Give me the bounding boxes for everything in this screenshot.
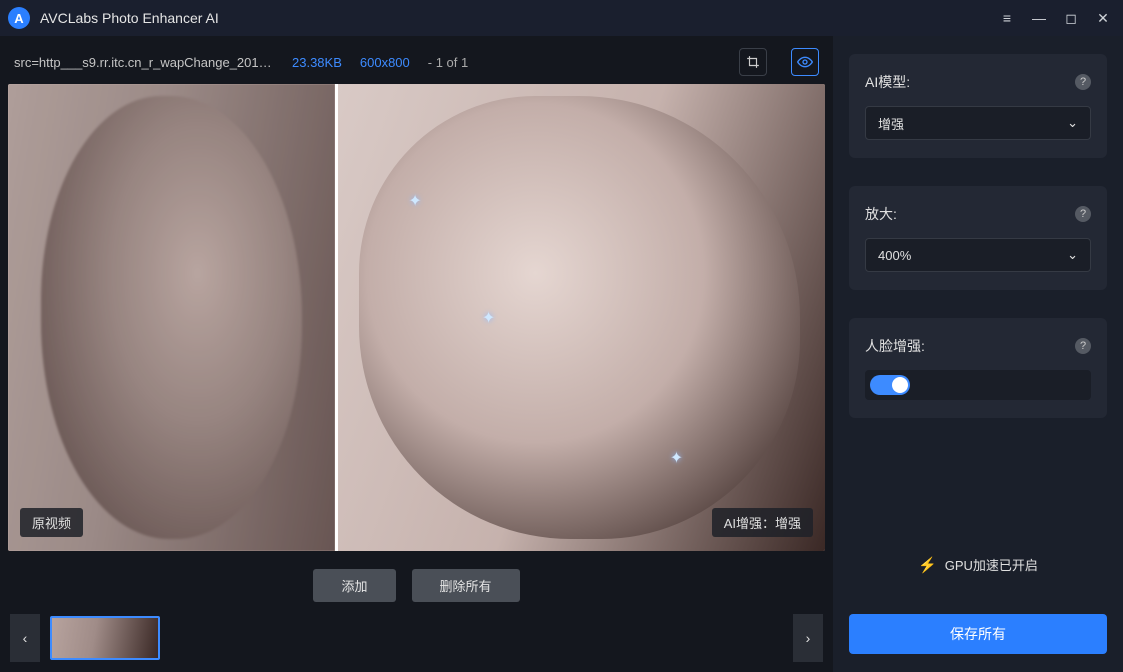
filename: src=http___s9.rr.itc.cn_r_wapChange_2017… [14,55,274,70]
help-icon[interactable]: ? [1075,206,1091,222]
right-panel: AI模型: ? 增强 ⌄ 放大: ? 400% ⌄ 人脸增强: ? [833,36,1123,672]
crop-icon[interactable] [739,48,767,76]
enhanced-label: AI增强：增强 [712,508,813,537]
compare-slider[interactable] [335,84,338,551]
left-panel: src=http___s9.rr.itc.cn_r_wapChange_2017… [0,36,833,672]
ai-model-block: AI模型: ? 增强 ⌄ [849,54,1107,158]
help-icon[interactable]: ? [1075,74,1091,90]
titlebar: A AVCLabs Photo Enhancer AI ≡ — ◻ ✕ [0,0,1123,36]
ai-model-select[interactable]: 增强 ⌄ [865,106,1091,140]
scale-label: 放大: [865,204,1075,224]
sparkle-icon: ✦ [482,308,495,328]
original-label: 原视频 [20,508,83,537]
preview-eye-icon[interactable] [791,48,819,76]
add-button[interactable]: 添加 [313,569,395,602]
menu-icon[interactable]: ≡ [991,2,1023,34]
scale-block: 放大: ? 400% ⌄ [849,186,1107,290]
scale-select[interactable]: 400% ⌄ [865,238,1091,272]
thumbnail[interactable] [50,616,160,660]
chevron-down-icon: ⌄ [1067,247,1078,263]
thumbnail-strip: ‹ › [8,612,825,664]
ai-model-value: 增强 [878,114,1067,133]
gpu-status: ⚡ GPU加速已开启 [849,545,1107,586]
sparkle-icon: ✦ [670,448,683,468]
save-all-button[interactable]: 保存所有 [849,614,1107,654]
face-enhance-toggle[interactable] [870,375,910,395]
maximize-icon[interactable]: ◻ [1055,2,1087,34]
action-row: 添加 删除所有 [8,551,825,612]
bolt-icon: ⚡ [918,556,937,574]
dimensions: 600x800 [360,55,410,70]
face-enhance-label: 人脸增强: [865,336,1075,356]
sparkle-icon: ✦ [408,191,421,211]
page-counter: - 1 of 1 [428,55,468,70]
chevron-down-icon: ⌄ [1067,115,1078,131]
gpu-status-text: GPU加速已开启 [945,555,1038,574]
minimize-icon[interactable]: — [1023,2,1055,34]
ai-model-label: AI模型: [865,72,1075,92]
scale-value: 400% [878,248,1067,263]
filesize: 23.38KB [292,55,342,70]
help-icon[interactable]: ? [1075,338,1091,354]
face-enhance-block: 人脸增强: ? [849,318,1107,418]
info-bar: src=http___s9.rr.itc.cn_r_wapChange_2017… [8,44,825,80]
preview-area[interactable]: ✦ ✦ ✦ 原视频 AI增强：增强 [8,84,825,551]
app-logo-icon: A [8,7,30,29]
thumb-next-icon[interactable]: › [793,614,823,662]
app-title: AVCLabs Photo Enhancer AI [40,10,219,26]
thumb-prev-icon[interactable]: ‹ [10,614,40,662]
remove-all-button[interactable]: 删除所有 [412,569,520,602]
close-icon[interactable]: ✕ [1087,2,1119,34]
